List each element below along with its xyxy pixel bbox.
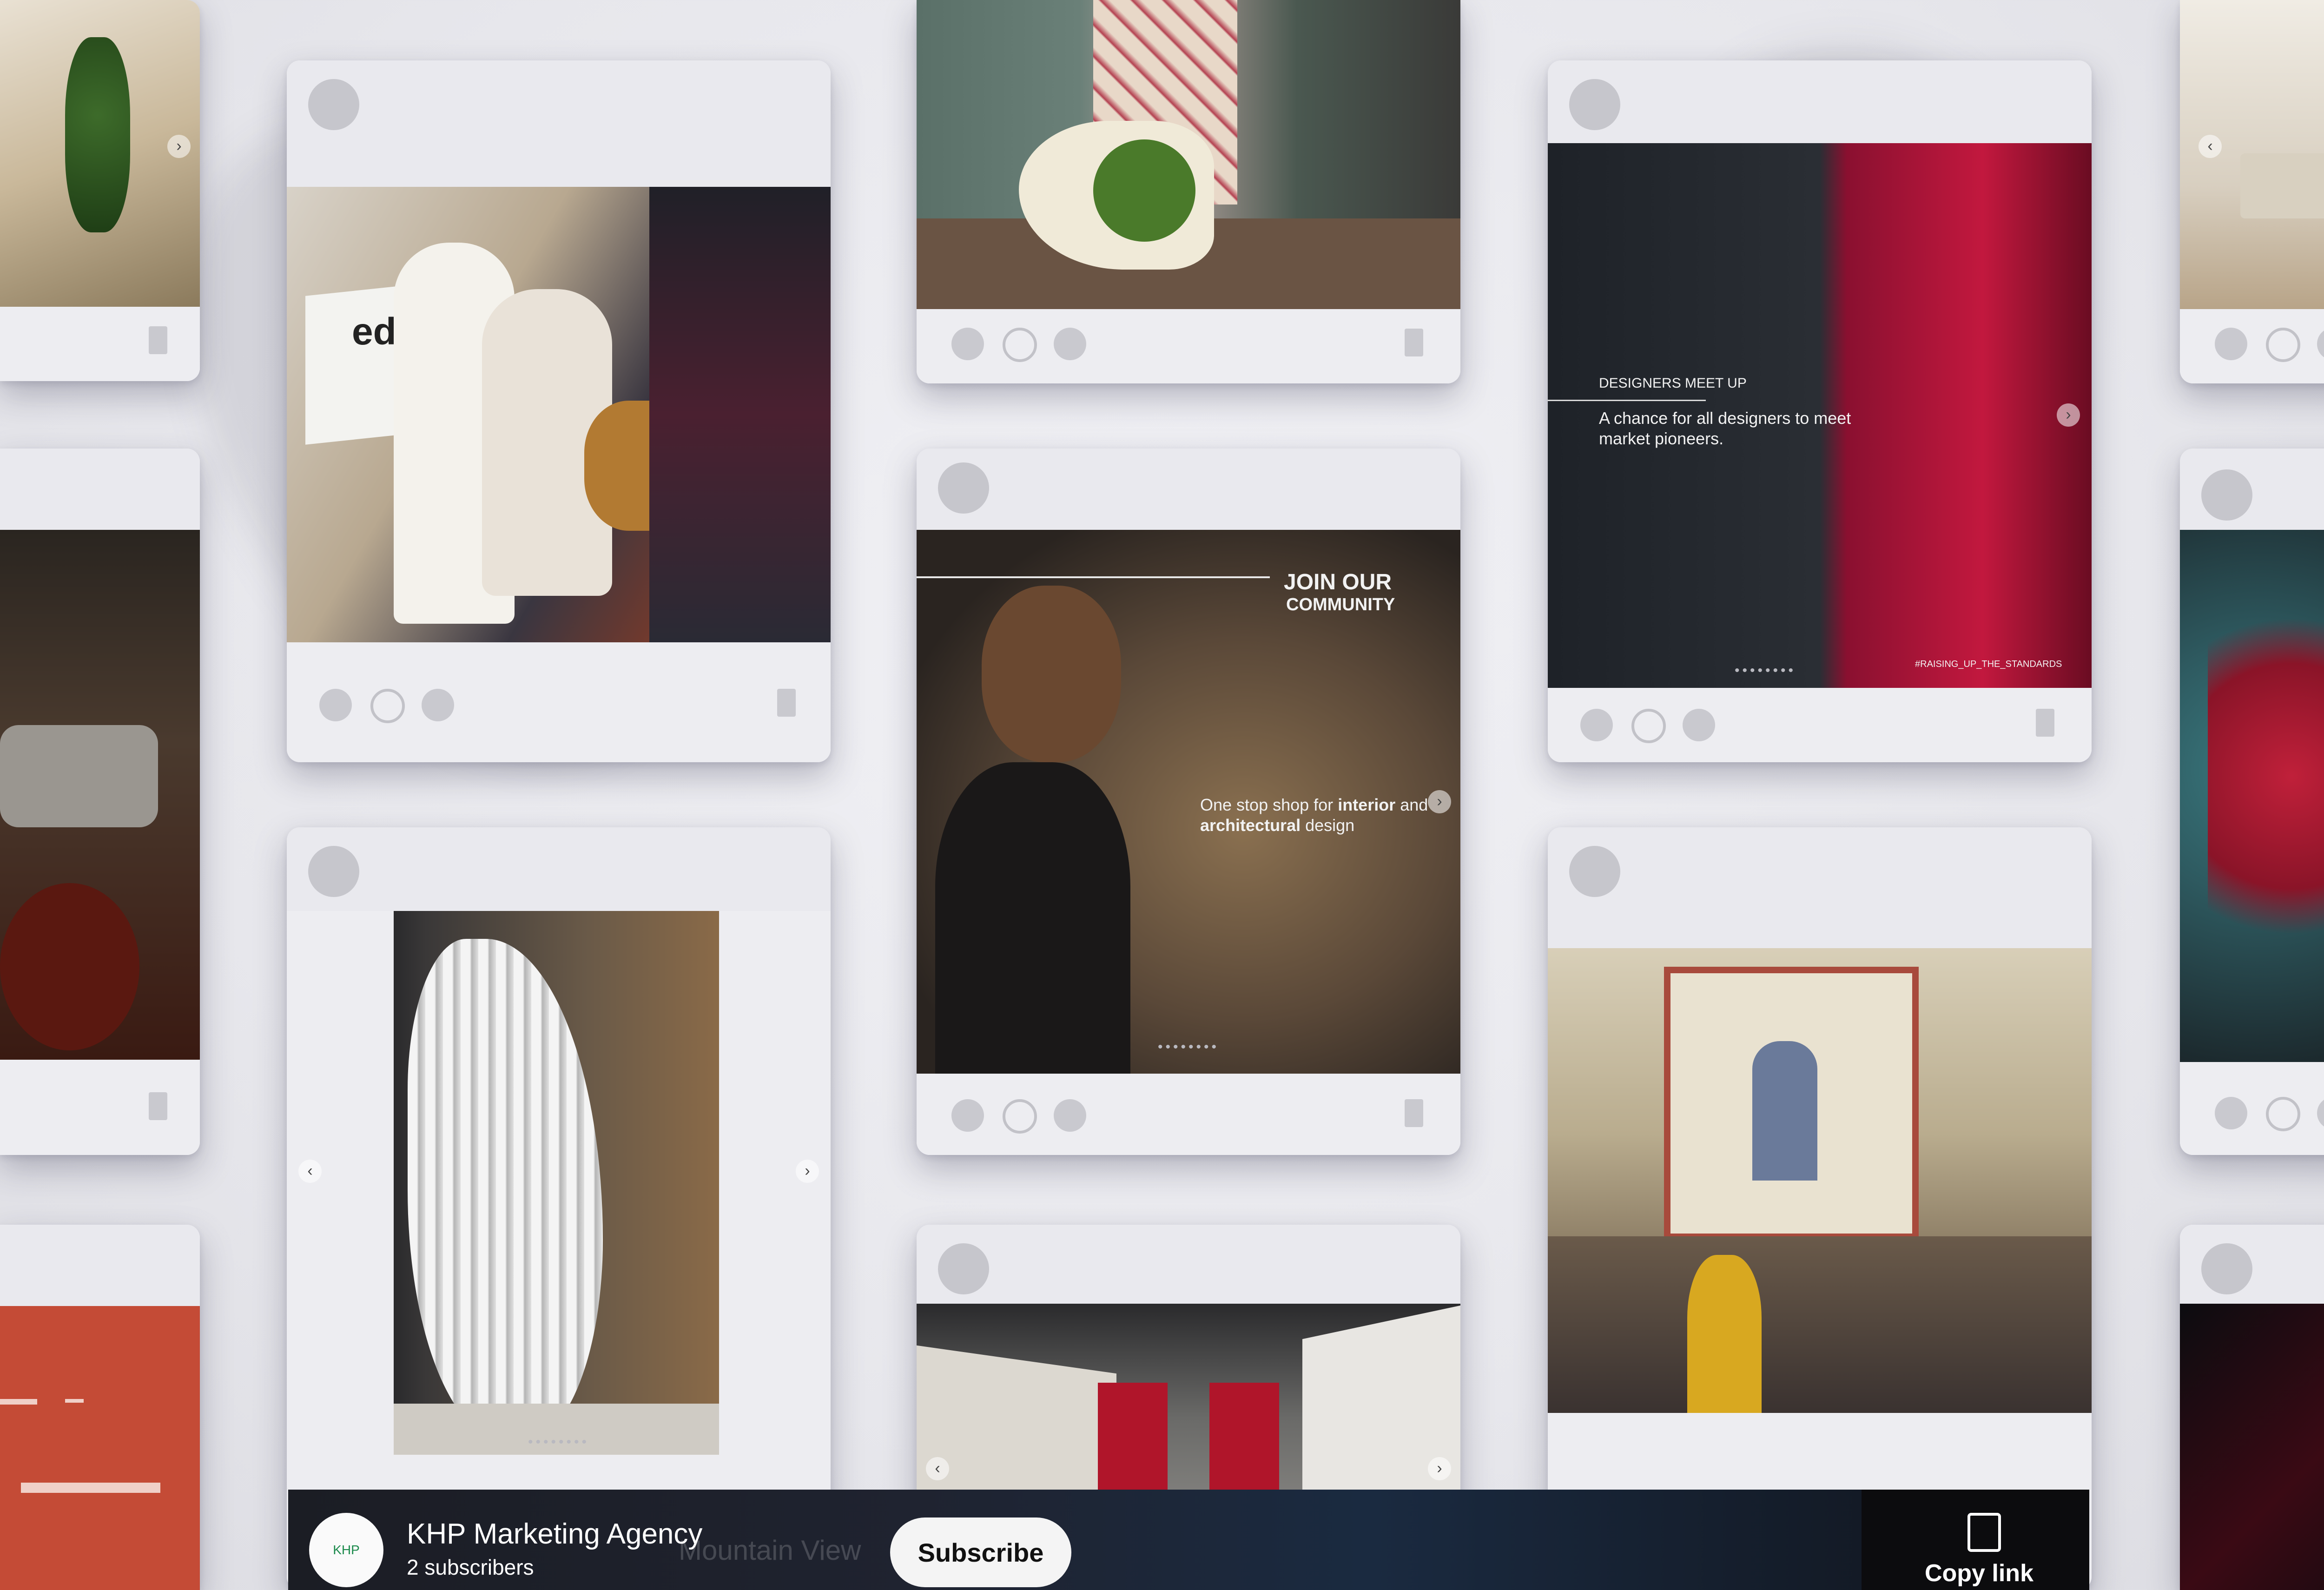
post-card-edge-left-2[interactable]	[0, 449, 200, 1155]
meetup-hashtag: #RAISING_UP_THE_STANDARDS	[1915, 659, 2062, 669]
share-icon[interactable]	[1683, 709, 1715, 741]
bookmark-icon[interactable]	[1405, 329, 1423, 356]
channel-name[interactable]: KHP Marketing Agency	[407, 1517, 702, 1550]
join-heading-line2: COMMUNITY	[1286, 595, 1395, 614]
copy-link-label[interactable]: Copy link	[1925, 1559, 2034, 1587]
like-icon[interactable]	[951, 1099, 984, 1132]
bookmark-icon[interactable]	[777, 689, 796, 717]
post-image-church-interior	[1548, 948, 2092, 1413]
post-image-red-blossoms	[2180, 530, 2324, 1062]
avatar	[938, 462, 989, 514]
avatar	[308, 846, 359, 897]
avatar	[2201, 1243, 2252, 1294]
meetup-body: A chance for all designers to meet marke…	[1599, 409, 1851, 448]
post-image-mosaic-wall: JOIN OUR COMMUNITY One stop shop for int…	[917, 530, 1460, 1074]
chevron-right-icon[interactable]: ›	[167, 135, 191, 158]
carousel-dots: ••••••••	[1157, 1039, 1220, 1055]
post-card-edra[interactable]: edra	[287, 60, 831, 762]
subscribe-button[interactable]: Subscribe	[890, 1517, 1071, 1587]
comment-icon[interactable]	[370, 689, 405, 723]
bookmark-icon[interactable]	[149, 1092, 167, 1120]
post-image-red-building: DESIGNERS MEET UP A chance for all desig…	[1548, 143, 2092, 688]
avatar	[1569, 846, 1620, 897]
chevron-left-icon[interactable]: ‹	[2199, 135, 2222, 158]
share-icon[interactable]	[2317, 1097, 2324, 1129]
avatar	[1569, 79, 1620, 130]
bookmark-icon[interactable]	[149, 326, 167, 354]
bookmark-icon[interactable]	[2036, 709, 2054, 737]
share-icon[interactable]	[422, 689, 454, 721]
comment-icon[interactable]	[1631, 709, 1666, 743]
chevron-right-icon[interactable]: ›	[2057, 403, 2080, 427]
avatar	[308, 79, 359, 130]
post-card-church-tour[interactable]	[1548, 827, 2092, 1590]
post-image-floral-chaise	[917, 0, 1460, 309]
copy-icon[interactable]	[1967, 1513, 2001, 1552]
meetup-heading: DESIGNERS MEET UP	[1599, 376, 1747, 391]
post-card-edge-right-1[interactable]: ‹	[2180, 0, 2324, 383]
comment-icon[interactable]	[1003, 328, 1037, 362]
post-card-edge-left-3[interactable]	[0, 1225, 200, 1590]
post-image-wave-sculpture: ••••••••	[287, 911, 831, 1506]
post-image-red-graphic	[0, 1306, 200, 1590]
avatar	[938, 1243, 989, 1294]
join-body-text: One stop shop for interior and architect…	[1200, 795, 1428, 835]
post-card-chaise[interactable]	[917, 0, 1460, 383]
chevron-left-icon[interactable]: ‹	[926, 1457, 949, 1480]
comment-icon[interactable]	[2266, 328, 2300, 362]
post-card-edge-left-1[interactable]: ›	[0, 0, 200, 381]
chevron-right-icon[interactable]: ›	[1428, 790, 1451, 813]
like-icon[interactable]	[319, 689, 352, 721]
carousel-dots: ••••••••	[528, 1434, 590, 1450]
channel-avatar[interactable]: KHP	[309, 1513, 383, 1587]
chevron-right-icon[interactable]: ›	[1428, 1457, 1451, 1480]
comment-icon[interactable]	[2266, 1097, 2300, 1131]
post-image-edra-showroom: edra	[287, 187, 831, 642]
share-icon[interactable]	[1054, 328, 1086, 360]
like-icon[interactable]	[1580, 709, 1613, 741]
like-icon[interactable]	[951, 328, 984, 360]
video-title-ghost: Mountain View	[679, 1535, 861, 1566]
join-heading-line1: JOIN OUR	[1284, 570, 1392, 594]
bookmark-icon[interactable]	[1405, 1099, 1423, 1127]
chevron-left-icon[interactable]: ‹	[298, 1160, 322, 1183]
post-card-sculpture[interactable]: •••••••• ‹ ›	[287, 827, 831, 1590]
subscriber-count: 2 subscribers	[407, 1555, 534, 1579]
post-image-dark-lounge	[0, 530, 200, 1060]
like-icon[interactable]	[2215, 1097, 2247, 1129]
youtube-embed-bar[interactable]: KHP KHP Marketing Agency 2 subscribers M…	[288, 1490, 2089, 1590]
post-image-dark-red-night	[2180, 1304, 2324, 1590]
avatar	[2201, 469, 2252, 521]
like-icon[interactable]	[2215, 328, 2247, 360]
post-card-designers-meetup[interactable]: DESIGNERS MEET UP A chance for all desig…	[1548, 60, 2092, 762]
share-icon[interactable]	[2317, 328, 2324, 360]
post-card-edge-right-2[interactable]	[2180, 449, 2324, 1155]
post-card-join-community[interactable]: JOIN OUR COMMUNITY One stop shop for int…	[917, 449, 1460, 1155]
carousel-dots: ••••••••	[1734, 663, 1796, 678]
share-icon[interactable]	[1054, 1099, 1086, 1132]
chevron-right-icon[interactable]: ›	[796, 1160, 819, 1183]
post-card-edge-right-3[interactable]	[2180, 1225, 2324, 1590]
comment-icon[interactable]	[1003, 1099, 1037, 1134]
